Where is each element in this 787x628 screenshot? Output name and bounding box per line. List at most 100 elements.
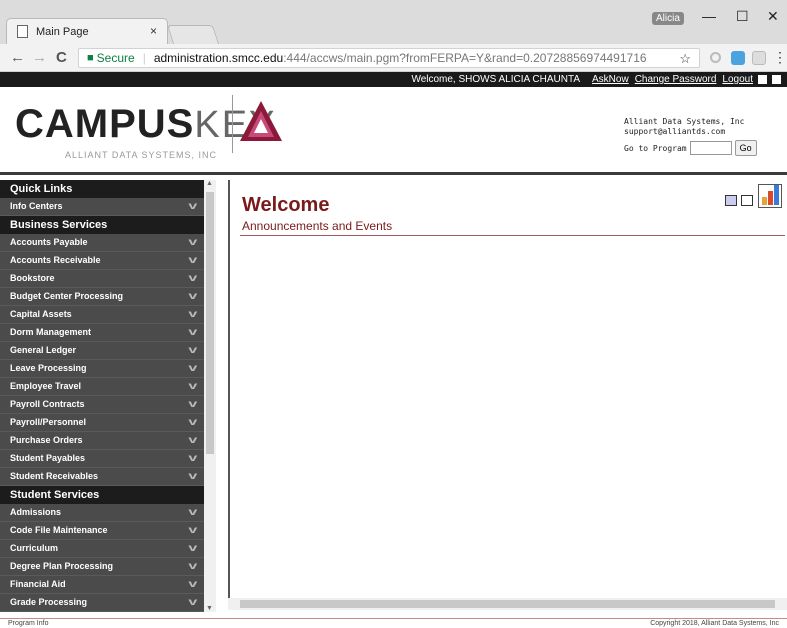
page-subtitle: Announcements and Events <box>242 219 393 233</box>
title-divider <box>240 235 785 236</box>
screen-icon[interactable] <box>725 195 737 206</box>
browser-tab[interactable]: Main Page × <box>6 18 168 44</box>
sidebar-item[interactable]: Leave Processing v <box>0 360 204 378</box>
sidebar-item-label: Accounts Receivable <box>10 255 101 265</box>
reload-icon[interactable]: C <box>56 49 67 66</box>
sidebar-scrollbar[interactable]: ▲ ▼ <box>204 180 216 612</box>
close-tab-icon[interactable]: × <box>150 24 157 38</box>
sidebar-item-label: Purchase Orders <box>10 435 83 445</box>
sidebar-item-label: Leave Processing <box>10 363 87 373</box>
bookmark-star-icon[interactable]: ☆ <box>679 51 691 67</box>
change-password-link[interactable]: Change Password <box>635 74 717 85</box>
sidebar-item-label: Budget Center Processing <box>10 291 124 301</box>
sidebar-item[interactable]: Accounts Payable v <box>0 234 204 252</box>
sidebar-section-header[interactable]: Business Services <box>0 216 204 234</box>
sidebar-item[interactable]: Financial Aid v <box>0 576 204 594</box>
sidebar-item[interactable]: Capital Assets v <box>0 306 204 324</box>
sidebar-section-header[interactable]: Quick Links <box>0 180 204 198</box>
forward-icon[interactable]: → <box>32 49 47 66</box>
url-input[interactable]: ■ Secure | administration.smcc.edu :444/… <box>78 48 700 68</box>
program-info: Program Info <box>8 620 49 627</box>
sidebar-item-label: Payroll Contracts <box>10 399 85 409</box>
sidebar-item[interactable]: Payroll/Personnel v <box>0 414 204 432</box>
sidebar-item-label: Grade Processing <box>10 597 88 607</box>
sidebar-item-label: Dorm Management <box>10 327 92 337</box>
sidebar-item[interactable]: Budget Center Processing v <box>0 288 204 306</box>
main-content: Welcome Announcements and Events <box>228 180 787 598</box>
chevron-down-icon: v <box>188 525 198 536</box>
chevron-down-icon: v <box>188 201 198 212</box>
horizontal-scroll-thumb[interactable] <box>240 600 775 608</box>
goto-program-input[interactable] <box>689 141 732 155</box>
back-icon[interactable]: ← <box>10 49 25 66</box>
new-tab-button[interactable] <box>166 25 220 44</box>
page-icon <box>17 25 28 38</box>
url-host: administration.smcc.edu <box>153 51 284 65</box>
sidebar-item[interactable]: Payroll Contracts v <box>0 396 204 414</box>
sidebar-item-label: Code File Maintenance <box>10 525 108 535</box>
app-header: CAMPUSKEY ALLIANT DATA SYSTEMS, INC Alli… <box>0 87 787 175</box>
minimize-icon[interactable]: — <box>702 8 716 24</box>
sidebar-item[interactable]: Info Centers v <box>0 198 204 216</box>
browser-menu-icon[interactable]: ⋮ <box>773 49 787 66</box>
user-strip: Welcome, SHOWS ALICIA CHAUNTA AskNow Cha… <box>0 72 787 87</box>
window-close-icon[interactable]: ✕ <box>767 8 779 25</box>
sidebar-item[interactable]: Employee Travel v <box>0 378 204 396</box>
sidebar-item-label: General Ledger <box>10 345 77 355</box>
sidebar-item[interactable]: Accounts Receivable v <box>0 252 204 270</box>
chevron-down-icon: v <box>188 597 198 608</box>
secure-label: Secure <box>96 51 135 65</box>
extension-cloud-icon[interactable] <box>731 51 745 65</box>
sidebar-item-label: Payroll/Personnel <box>10 417 87 427</box>
url-separator: | <box>142 51 146 65</box>
chevron-down-icon: v <box>188 363 198 374</box>
chevron-down-icon: v <box>188 237 198 248</box>
sidebar-item[interactable]: Student Receivables v <box>0 468 204 486</box>
scroll-up-icon[interactable]: ▲ <box>206 180 213 187</box>
sidebar-item[interactable]: Degree Plan Processing v <box>0 558 204 576</box>
window-icon[interactable] <box>758 75 767 84</box>
chevron-down-icon: v <box>188 309 198 320</box>
sidebar-section-header[interactable]: Student Services <box>0 486 204 504</box>
logo-subtitle: ALLIANT DATA SYSTEMS, INC <box>65 150 218 160</box>
chart-icon[interactable] <box>758 184 782 208</box>
sidebar-scroll-thumb[interactable] <box>206 192 214 454</box>
go-button[interactable]: Go <box>734 140 757 156</box>
sidebar-item[interactable]: Student Payables v <box>0 450 204 468</box>
address-bar: ← → C ■ Secure | administration.smcc.edu… <box>0 44 787 72</box>
company-name: Alliant Data Systems, Inc <box>624 117 745 126</box>
sidebar-item-label: Student Receivables <box>10 471 99 481</box>
popout-icon[interactable] <box>772 75 781 84</box>
profile-button[interactable]: Alicia <box>652 12 684 25</box>
sidebar-item[interactable]: Bookstore v <box>0 270 204 288</box>
chevron-down-icon: v <box>188 381 198 392</box>
welcome-user: Welcome, SHOWS ALICIA CHAUNTA <box>411 74 580 85</box>
sidebar-item[interactable]: Curriculum v <box>0 540 204 558</box>
chevron-down-icon: v <box>188 327 198 338</box>
maximize-icon[interactable]: ☐ <box>736 8 749 25</box>
copyright: Copyright 2018, Alliant Data Systems, In… <box>650 620 779 627</box>
extension-puzzle-icon[interactable] <box>752 51 766 65</box>
chevron-down-icon: v <box>188 543 198 554</box>
sidebar-item-label: Curriculum <box>10 543 59 553</box>
sidebar-item-label: Info Centers <box>10 201 63 211</box>
sidebar-item[interactable]: Grade Processing v <box>0 594 204 612</box>
sidebar-item[interactable]: Purchase Orders v <box>0 432 204 450</box>
chevron-down-icon: v <box>188 561 198 572</box>
main-horizontal-scrollbar[interactable] <box>228 598 787 610</box>
tab-title: Main Page <box>36 25 89 38</box>
sidebar-item[interactable]: General Ledger v <box>0 342 204 360</box>
logout-link[interactable]: Logout <box>722 74 753 85</box>
sidebar-item[interactable]: Code File Maintenance v <box>0 522 204 540</box>
sidebar-item-label: Capital Assets <box>10 309 72 319</box>
scroll-down-icon[interactable]: ▼ <box>206 605 213 612</box>
sidebar-item[interactable]: Dorm Management v <box>0 324 204 342</box>
sidebar-item-label: Student Payables <box>10 453 86 463</box>
url-path: :444/accws/main.pgm?fromFERPA=Y&rand=0.2… <box>283 51 647 65</box>
triangle-logo-icon <box>240 101 282 141</box>
asknow-link[interactable]: AskNow <box>592 74 629 85</box>
chevron-down-icon: v <box>188 507 198 518</box>
document-icon[interactable] <box>741 195 753 206</box>
extension-circle-icon[interactable] <box>710 52 721 63</box>
sidebar-item[interactable]: Admissions v <box>0 504 204 522</box>
